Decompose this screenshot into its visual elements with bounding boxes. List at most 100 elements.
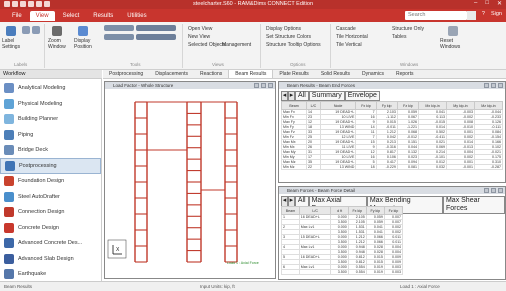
column-header[interactable]: Fz kip (396, 101, 420, 110)
column-header[interactable]: Fy kip (375, 101, 398, 110)
content-tab[interactable]: Plate Results (273, 70, 314, 78)
display-options-button[interactable]: Display Options (266, 26, 301, 32)
management-button[interactable]: Management (222, 42, 251, 48)
menu-tab-select[interactable]: Select (57, 11, 86, 21)
content-tab[interactable]: Postprocessing (103, 70, 149, 78)
content-tab[interactable]: Reports (390, 70, 420, 78)
sidebar-item[interactable]: Foundation Design (0, 173, 101, 189)
restore-icon[interactable] (261, 83, 266, 88)
menu-tab-results[interactable]: Results (87, 11, 119, 21)
tab-all[interactable]: All (295, 91, 309, 101)
display-position-button[interactable]: Display Position (74, 38, 100, 50)
sidebar-item[interactable]: Connection Design (0, 204, 101, 220)
content-tab[interactable]: Displacements (149, 70, 194, 78)
detail-table-window[interactable]: Beam Forces - Beam Force Detail ◂ ▸ All … (278, 186, 506, 280)
menu-tab-view[interactable]: View (29, 11, 55, 21)
sidebar-item[interactable]: Steel AutoDrafter (0, 189, 101, 205)
restore-icon[interactable] (491, 83, 496, 88)
sidebar-item[interactable]: Piping (0, 127, 101, 143)
column-header[interactable]: My kip-in (446, 101, 475, 110)
tab-summary[interactable]: Summary (308, 91, 345, 101)
minimize-icon[interactable] (484, 83, 489, 88)
table-cell: 0.019 (365, 269, 385, 275)
column-header[interactable]: Beam (280, 101, 308, 110)
summary-window-title-text: Beam Results - Beam End Forces (287, 83, 356, 88)
ribbon-separator (330, 24, 331, 68)
prev-tab-icon[interactable]: ◂ (281, 91, 288, 101)
minimize-button[interactable]: – (474, 0, 477, 7)
menu-bar: File View Select Results Utilities Searc… (0, 9, 506, 22)
close-icon[interactable] (498, 188, 503, 193)
column-header[interactable]: Mz kip-in (473, 101, 504, 110)
tile-vertical-button[interactable]: Tile Vertical (336, 42, 362, 48)
column-header[interactable]: Mx kip-in (418, 101, 447, 110)
workflow-icon (4, 83, 14, 93)
label-settings-icon (6, 26, 16, 36)
maximize-button[interactable]: □ (485, 0, 489, 7)
view-tools-icon[interactable] (104, 34, 134, 40)
selected-objects-button[interactable]: Selected Objects (188, 42, 226, 48)
label-toggle-icon[interactable] (32, 26, 40, 34)
help-icon[interactable]: ? (482, 11, 485, 17)
open-view-button[interactable]: Open View (188, 26, 212, 32)
sidebar-item[interactable]: Physical Modeling (0, 96, 101, 112)
table-row[interactable]: 3.500 0.554 0.019 0.003 (281, 269, 404, 275)
cascade-button[interactable]: Cascade (336, 26, 356, 32)
sidebar-item[interactable]: Advanced Slab Design (0, 251, 101, 267)
model-view-window[interactable]: Load Factor - Whole Structure X Load 1 :… (104, 81, 276, 279)
content-tab[interactable]: Dynamics (356, 70, 390, 78)
column-header[interactable]: Fx kip (347, 206, 367, 215)
zoom-tools-icon[interactable] (104, 25, 134, 31)
label-settings-button[interactable]: Label Settings (2, 38, 28, 50)
tables-button[interactable]: Tables (392, 34, 406, 40)
structure-colors-button[interactable]: Set Structure Colors (266, 34, 311, 40)
content-tab[interactable]: Solid Results (315, 70, 356, 78)
tooltip-options-button[interactable]: Structure Tooltip Options (266, 42, 321, 48)
column-header[interactable]: Beam (281, 206, 300, 215)
search-input[interactable]: Search (405, 11, 467, 20)
label-toggle-icon[interactable] (22, 26, 30, 34)
sidebar-item[interactable]: Earthquake (0, 266, 101, 282)
table-cell: Min Mz (280, 164, 308, 170)
sidebar-item[interactable]: Concrete Design (0, 220, 101, 236)
column-header[interactable]: Fz kip (383, 206, 404, 215)
tab-envelope[interactable]: Envelope (344, 91, 380, 101)
ribbon-group-tools: Tools (130, 62, 141, 67)
new-view-button[interactable]: New View (188, 34, 210, 40)
column-header[interactable]: Node (319, 101, 357, 110)
ribbon-group-views: Views (212, 62, 224, 67)
column-header[interactable]: L/C (298, 206, 332, 215)
sidebar-item[interactable]: Bridge Deck (0, 142, 101, 158)
content-tab[interactable]: Reactions (194, 70, 228, 78)
structure-diagram[interactable]: X Load 1 : Axial Force (105, 90, 275, 278)
menu-tab-file[interactable]: File (6, 11, 28, 21)
restore-icon[interactable] (491, 188, 496, 193)
tab-max-shear-forces[interactable]: Max Shear Forces (442, 196, 505, 214)
sidebar-item[interactable]: Analytical Modeling (0, 80, 101, 96)
sign-in-link[interactable]: Sign (491, 11, 502, 17)
tile-horizontal-button[interactable]: Tile Horizontal (336, 34, 368, 40)
sidebar-item[interactable]: Postprocessing (0, 157, 101, 174)
next-tab-icon[interactable]: ▸ (288, 91, 295, 101)
table-row[interactable]: Min Mz 22 13 WIND 18 -0.229 0.081 0.032 -0.001-… (280, 164, 504, 170)
content-tab[interactable]: Beam Results (228, 70, 274, 78)
column-header[interactable]: L/C (306, 101, 321, 110)
menu-tab-utilities[interactable]: Utilities (121, 11, 152, 21)
column-header[interactable]: Fy kip (365, 206, 385, 215)
close-button[interactable]: ✕ (497, 0, 502, 7)
summary-table-window[interactable]: Beam Results - Beam End Forces ◂ ▸ All S… (278, 81, 506, 183)
sidebar-item[interactable]: Advanced Concrete Des... (0, 235, 101, 251)
search-icon[interactable] (467, 11, 476, 20)
column-header[interactable]: d ft (330, 206, 349, 215)
zoom-window-button[interactable]: Zoom Window (48, 38, 70, 50)
close-icon[interactable] (268, 83, 273, 88)
reset-windows-button[interactable]: Reset Windows (440, 38, 468, 50)
structure-only-button[interactable]: Structure Only (392, 26, 424, 32)
pan-tools-icon[interactable] (136, 25, 176, 31)
close-icon[interactable] (498, 83, 503, 88)
rotate-tools-icon[interactable] (136, 34, 176, 40)
sidebar-item[interactable]: Building Planner (0, 111, 101, 127)
column-header[interactable]: Fx kip (355, 101, 377, 110)
minimize-icon[interactable] (254, 83, 259, 88)
minimize-icon[interactable] (484, 188, 489, 193)
